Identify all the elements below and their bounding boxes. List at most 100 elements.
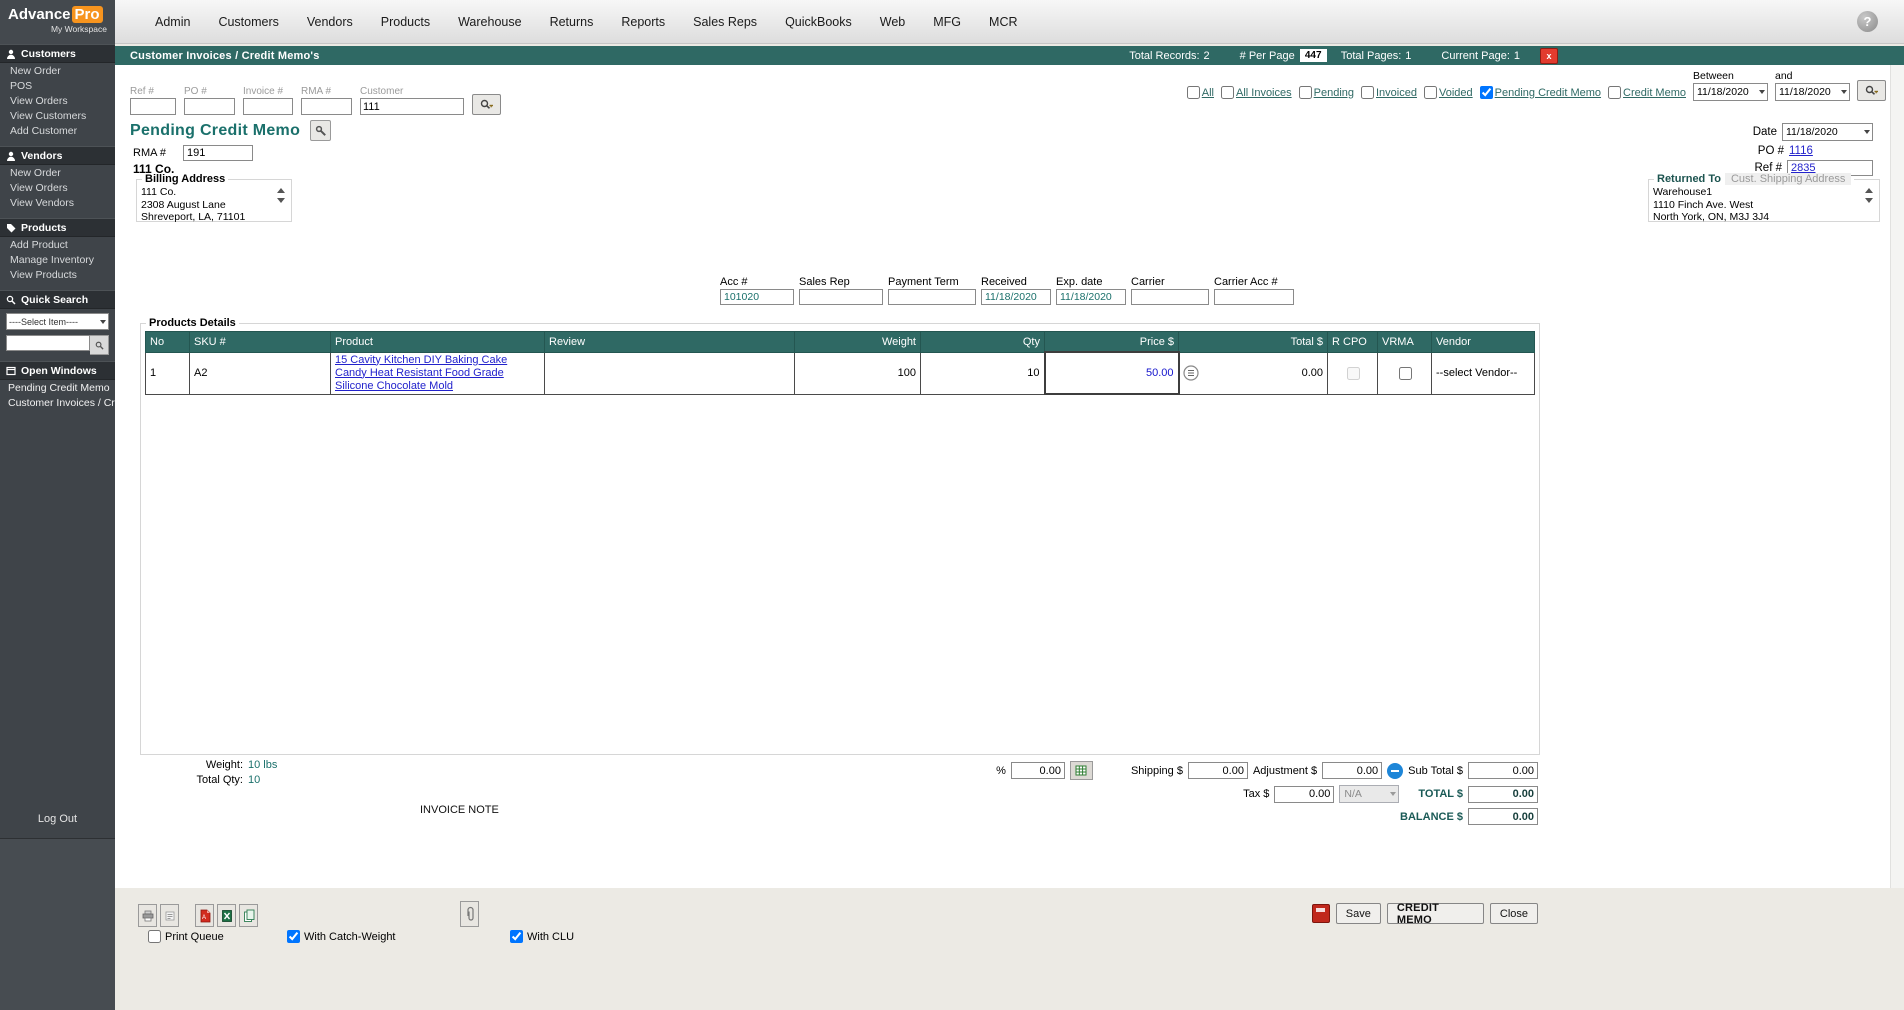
vrma-checkbox[interactable] [1399, 367, 1412, 380]
save-button[interactable]: Save [1336, 903, 1381, 924]
filter-invoiced-checkbox[interactable] [1361, 86, 1374, 99]
sidebar-item-add-customer[interactable]: Add Customer [0, 123, 115, 138]
sidebar-item-view-products[interactable]: View Products [0, 267, 115, 282]
nav-admin[interactable]: Admin [155, 15, 190, 29]
note-icon[interactable] [160, 904, 179, 927]
excel-icon[interactable] [217, 904, 236, 927]
sales-rep-input[interactable] [799, 289, 883, 305]
scrollbar-track[interactable] [1890, 65, 1904, 888]
catch-weight-checkbox[interactable] [287, 930, 300, 943]
adjustment-input[interactable] [1322, 762, 1382, 779]
nav-quickbooks[interactable]: QuickBooks [785, 15, 852, 29]
filter-pending-checkbox[interactable] [1299, 86, 1312, 99]
scroll-down-icon[interactable] [277, 198, 285, 203]
customer-search-input[interactable] [360, 98, 464, 115]
sidebar-item-view-vendors[interactable]: View Vendors [0, 195, 115, 210]
nav-mfg[interactable]: MFG [933, 15, 961, 29]
date-to-dropdown[interactable]: 11/18/2020 [1775, 83, 1850, 101]
sidebar-item-view-orders[interactable]: View Orders [0, 93, 115, 108]
filter-pending-credit-memo-checkbox[interactable] [1480, 86, 1493, 99]
filter-credit-memo-label[interactable]: Credit Memo [1623, 87, 1686, 99]
filter-invoiced-label[interactable]: Invoiced [1376, 87, 1417, 99]
product-link[interactable]: 15 Cavity Kitchen DIY Baking Cake Candy … [335, 354, 540, 393]
memo-date-dropdown[interactable]: 11/18/2020 [1782, 123, 1873, 141]
nav-mcr[interactable]: MCR [989, 15, 1017, 29]
sidebar-item-add-product[interactable]: Add Product [0, 237, 115, 252]
pdf-icon[interactable]: A [195, 904, 214, 927]
paperclip-icon[interactable] [460, 901, 479, 927]
printer-icon[interactable] [138, 904, 157, 927]
nav-sales-reps[interactable]: Sales Reps [693, 15, 757, 29]
carrier-input[interactable] [1131, 289, 1209, 305]
rma-search-input[interactable] [301, 98, 352, 115]
sidebar-section-open-windows[interactable]: Open Windows [0, 361, 115, 380]
per-page-input[interactable] [1300, 49, 1327, 62]
print-queue-checkbox[interactable] [148, 930, 161, 943]
nav-customers[interactable]: Customers [218, 15, 278, 29]
balance-input[interactable] [1468, 808, 1538, 825]
exp-date-input[interactable] [1056, 289, 1126, 305]
invoice-search-input[interactable] [243, 98, 293, 115]
sidebar-section-customers[interactable]: Customers [0, 44, 115, 63]
filter-voided-label[interactable]: Voided [1439, 87, 1473, 99]
calculator-icon[interactable] [1070, 761, 1093, 780]
close-icon[interactable]: x [1540, 48, 1558, 64]
sidebar-item-manage-inventory[interactable]: Manage Inventory [0, 252, 115, 267]
copy-icon[interactable] [239, 904, 258, 927]
credit-memo-button[interactable]: CREDIT MEMO [1387, 903, 1484, 924]
sidebar-item-pos[interactable]: POS [0, 78, 115, 93]
scroll-up-icon[interactable] [1865, 188, 1873, 193]
sidebar-item-view-customers[interactable]: View Customers [0, 108, 115, 123]
filter-voided-checkbox[interactable] [1424, 86, 1437, 99]
rma-input[interactable] [183, 145, 253, 161]
sidebar-section-vendors[interactable]: Vendors [0, 146, 115, 165]
sidebar-section-quick-search[interactable]: Quick Search [0, 290, 115, 309]
minus-circle-icon[interactable] [1387, 763, 1403, 779]
quick-search-item-select[interactable]: ----Select Item---- [6, 313, 109, 330]
payment-term-input[interactable] [888, 289, 976, 305]
quick-search-input[interactable] [6, 335, 90, 351]
open-window-customer-invoices[interactable]: Customer Invoices / Cre [0, 395, 115, 410]
nav-products[interactable]: Products [381, 15, 430, 29]
nav-reports[interactable]: Reports [621, 15, 665, 29]
record-search-button[interactable] [472, 94, 501, 115]
nav-web[interactable]: Web [880, 15, 905, 29]
carrier-acc-input[interactable] [1214, 289, 1294, 305]
sidebar-section-products[interactable]: Products [0, 218, 115, 237]
filter-all-invoices-label[interactable]: All Invoices [1236, 87, 1292, 99]
open-window-pending-credit-memo[interactable]: Pending Credit Memo [0, 380, 115, 395]
filter-pending-credit-memo-label[interactable]: Pending Credit Memo [1495, 87, 1601, 99]
sidebar-item-new-order[interactable]: New Order [0, 63, 115, 78]
sidebar-item-vendor-new-order[interactable]: New Order [0, 165, 115, 180]
filter-search-button[interactable] [1857, 80, 1886, 101]
sidebar-item-vendor-view-orders[interactable]: View Orders [0, 180, 115, 195]
filter-all-label[interactable]: All [1202, 87, 1214, 99]
ref-search-input[interactable] [130, 98, 176, 115]
logout-button[interactable]: Log Out [0, 813, 115, 825]
tax-input[interactable] [1274, 786, 1334, 803]
po-number-link[interactable]: 1116 [1789, 145, 1813, 157]
scroll-down-icon[interactable] [1865, 198, 1873, 203]
tax-type-dropdown[interactable]: N/A [1339, 785, 1399, 803]
vendor-select-cell[interactable]: --select Vendor-- [1432, 352, 1535, 394]
total-input[interactable] [1468, 786, 1538, 803]
list-circle-icon[interactable] [1183, 365, 1199, 381]
filter-pending-label[interactable]: Pending [1314, 87, 1354, 99]
cust-shipping-address-tab[interactable]: Cust. Shipping Address [1725, 173, 1851, 185]
scroll-up-icon[interactable] [277, 188, 285, 193]
shipping-input[interactable] [1188, 762, 1248, 779]
date-from-dropdown[interactable]: 11/18/2020 [1693, 83, 1768, 101]
close-button[interactable]: Close [1490, 903, 1538, 924]
nav-returns[interactable]: Returns [550, 15, 594, 29]
quick-search-button[interactable] [90, 335, 109, 355]
acc-input[interactable] [720, 289, 794, 305]
filter-all-invoices-checkbox[interactable] [1221, 86, 1234, 99]
subtotal-input[interactable] [1468, 762, 1538, 779]
payment-icon[interactable] [1312, 904, 1330, 923]
received-input[interactable] [981, 289, 1051, 305]
nav-warehouse[interactable]: Warehouse [458, 15, 521, 29]
percent-input[interactable] [1011, 762, 1065, 779]
filter-credit-memo-checkbox[interactable] [1608, 86, 1621, 99]
price-input-cell[interactable]: 50.00 [1045, 352, 1179, 394]
help-icon[interactable]: ? [1857, 11, 1878, 32]
